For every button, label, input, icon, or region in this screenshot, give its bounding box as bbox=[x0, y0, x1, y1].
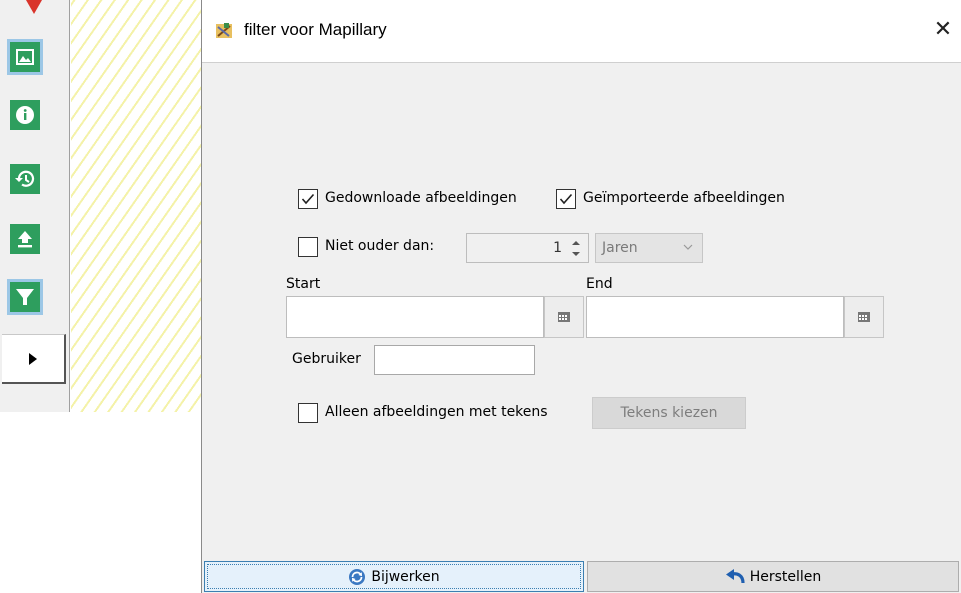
calendar-icon bbox=[858, 312, 870, 322]
reset-button[interactable]: Herstellen bbox=[587, 561, 959, 592]
signs-only-checkbox[interactable] bbox=[298, 403, 318, 423]
spinner-down-icon[interactable] bbox=[567, 248, 585, 259]
filter-icon[interactable] bbox=[7, 279, 43, 315]
age-value: 1 bbox=[553, 240, 562, 256]
downloaded-checkbox[interactable] bbox=[298, 189, 318, 209]
title-bar: filter voor Mapillary ✕ bbox=[202, 0, 961, 62]
chevron-down-icon bbox=[683, 244, 693, 250]
map-view[interactable] bbox=[71, 0, 201, 412]
close-icon[interactable]: ✕ bbox=[932, 17, 954, 42]
start-label: Start bbox=[286, 276, 321, 292]
age-unit-value: Jaren bbox=[602, 240, 638, 256]
info-icon[interactable] bbox=[10, 100, 40, 130]
user-input[interactable] bbox=[374, 345, 535, 375]
signs-only-label: Alleen afbeeldingen met tekens bbox=[325, 404, 548, 420]
spinner-up-icon[interactable] bbox=[567, 237, 585, 248]
update-label: Bijwerken bbox=[371, 568, 440, 585]
refresh-icon bbox=[349, 568, 366, 585]
end-date-input[interactable] bbox=[586, 296, 844, 338]
not-older-checkbox[interactable] bbox=[298, 237, 318, 257]
calendar-icon bbox=[558, 312, 570, 322]
upload-icon[interactable] bbox=[10, 224, 40, 254]
downloaded-label: Gedownloade afbeeldingen bbox=[325, 190, 517, 206]
expand-toolbar-button[interactable] bbox=[2, 334, 66, 384]
start-calendar-button[interactable] bbox=[544, 296, 584, 338]
imported-checkbox[interactable] bbox=[556, 189, 576, 209]
choose-signs-button[interactable]: Tekens kiezen bbox=[592, 397, 746, 429]
undo-icon bbox=[725, 568, 745, 583]
age-spinner[interactable]: 1 bbox=[466, 233, 589, 263]
dialog-button-bar: Bijwerken Herstellen bbox=[202, 560, 961, 593]
end-label: End bbox=[586, 276, 613, 292]
user-label: Gebruiker bbox=[292, 351, 361, 367]
collapse-arrow-icon[interactable] bbox=[26, 0, 42, 14]
not-older-label: Niet ouder dan: bbox=[325, 238, 435, 254]
mapillary-filter-dialog: filter voor Mapillary ✕ Gedownloade afbe… bbox=[201, 0, 961, 593]
age-unit-select[interactable]: Jaren bbox=[595, 233, 703, 263]
image-icon[interactable] bbox=[7, 39, 43, 75]
update-button[interactable]: Bijwerken bbox=[204, 561, 584, 592]
play-right-icon bbox=[29, 352, 37, 365]
history-icon[interactable] bbox=[10, 164, 40, 194]
reset-label: Herstellen bbox=[749, 568, 822, 585]
filter-panel: Gedownloade afbeeldingen Geïmporteerde a… bbox=[202, 62, 961, 560]
start-date-input[interactable] bbox=[286, 296, 544, 338]
dialog-title: filter voor Mapillary bbox=[244, 20, 387, 39]
imported-label: Geïmporteerde afbeeldingen bbox=[583, 190, 785, 206]
side-toolbar bbox=[0, 0, 70, 412]
josm-app-icon bbox=[216, 23, 232, 38]
end-calendar-button[interactable] bbox=[844, 296, 884, 338]
